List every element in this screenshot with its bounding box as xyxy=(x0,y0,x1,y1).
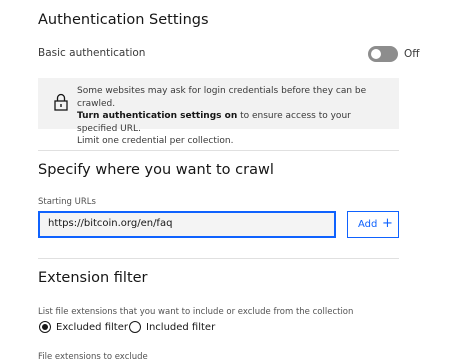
section-divider xyxy=(38,258,399,259)
crawl-section-title: Specify where you want to crawl xyxy=(38,162,274,178)
add-url-button[interactable]: Add + xyxy=(347,211,399,238)
basic-auth-toggle[interactable] xyxy=(368,46,398,62)
auth-notice: Some websites may ask for login credenti… xyxy=(38,78,399,146)
toggle-state-label: Off xyxy=(404,48,420,60)
notice-text: Some websites may ask for login credenti… xyxy=(77,85,392,148)
excluded-filter-label[interactable]: Excluded filter xyxy=(56,322,128,333)
excluded-filter-radio[interactable] xyxy=(39,321,51,333)
extensions-to-exclude-label: File extensions to exclude xyxy=(38,352,148,362)
starting-url-value: https://bitcoin.org/en/faq xyxy=(48,218,173,229)
notice-line-3: Limit one credential per collection. xyxy=(77,136,234,146)
starting-urls-label: Starting URLs xyxy=(38,197,96,207)
auth-settings-title: Authentication Settings xyxy=(38,12,209,28)
basic-auth-label: Basic authentication xyxy=(38,47,146,59)
section-divider xyxy=(38,150,399,151)
extension-filter-help: List file extensions that you want to in… xyxy=(38,307,354,317)
plus-icon: + xyxy=(382,216,393,231)
notice-line-1: Some websites may ask for login credenti… xyxy=(77,86,367,109)
included-filter-label[interactable]: Included filter xyxy=(146,322,215,333)
lock-icon xyxy=(54,93,68,111)
extension-filter-title: Extension filter xyxy=(38,270,148,286)
included-filter-radio[interactable] xyxy=(129,321,141,333)
starting-url-input[interactable]: https://bitcoin.org/en/faq xyxy=(38,211,336,238)
notice-bold-text: Turn authentication settings on xyxy=(77,111,238,121)
add-button-label: Add xyxy=(358,219,378,230)
toggle-knob xyxy=(371,49,381,59)
